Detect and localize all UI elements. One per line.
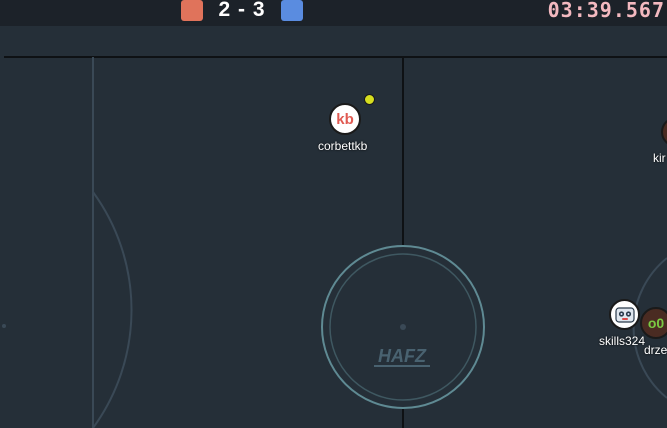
pitch-lines: HAFZ	[0, 26, 667, 428]
left-mark	[2, 324, 6, 328]
scoreboard-bar: 2 - 3 03:39.567	[0, 0, 667, 26]
match-clock: 03:39.567	[547, 0, 665, 22]
blue-team-swatch	[281, 0, 303, 21]
avatar-text: kb	[336, 110, 354, 128]
player-name-drze: drze	[644, 343, 667, 357]
score-display: 2 - 3	[218, 0, 266, 21]
ball	[364, 94, 375, 105]
player-avatar-drze: o0	[640, 307, 667, 339]
game-view: 2 - 3 03:39.567 HAFZ kb corbettkb kir sk…	[0, 0, 667, 428]
player-name-skills324: skills324	[599, 334, 646, 348]
avatar-text: o0	[647, 315, 665, 331]
player-name-corbettkb: corbettkb	[318, 139, 368, 153]
player-avatar-skills324	[609, 299, 640, 330]
player-name-kir: kir	[653, 151, 666, 165]
player-avatar-corbettkb: kb	[329, 103, 361, 135]
pitch: HAFZ	[0, 26, 667, 428]
red-team-swatch	[181, 0, 203, 21]
robot-face-icon	[614, 306, 635, 323]
center-logo-text: HAFZ	[378, 346, 427, 366]
center-spot	[400, 324, 406, 330]
center-logo: HAFZ	[374, 346, 430, 367]
